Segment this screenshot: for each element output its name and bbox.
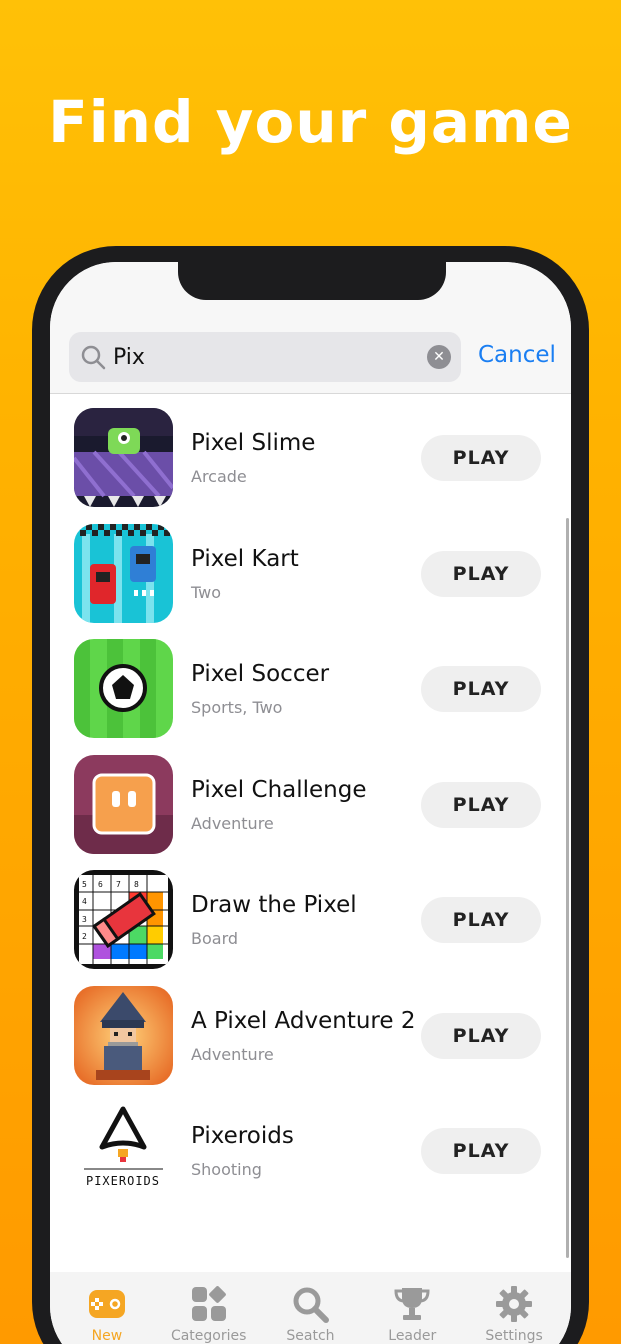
svg-text:6: 6: [98, 880, 103, 889]
phone-notch: [178, 262, 446, 300]
gear-icon: [496, 1286, 533, 1322]
list-item[interactable]: PIXEROIDS Pixeroids Shooting PLAY: [50, 1101, 571, 1217]
app-name: Draw the Pixel: [191, 892, 357, 918]
play-button[interactable]: PLAY: [421, 550, 541, 597]
categories-icon: [191, 1286, 226, 1321]
app-category: Board: [191, 929, 239, 948]
app-category: Sports, Two: [191, 698, 283, 717]
tab-label: Seatch: [286, 1328, 335, 1344]
tab-new[interactable]: New: [57, 1272, 157, 1344]
trophy-icon: [394, 1288, 430, 1320]
search-icon: [81, 345, 106, 370]
app-name: Pixel Slime: [191, 430, 316, 456]
tab-label: New: [91, 1328, 123, 1344]
tab-categories[interactable]: Categories: [159, 1272, 259, 1344]
play-button[interactable]: PLAY: [421, 897, 541, 943]
app-name: Pixel Challenge: [191, 776, 367, 803]
results-list: Pixel Slime Arcade PLAY Pixel Kart Two P…: [50, 408, 571, 1217]
tab-search[interactable]: Seatch: [260, 1272, 360, 1344]
phone-frame: ✕ Cancel: [32, 246, 589, 1344]
search-icon: [293, 1287, 330, 1323]
app-name: A Pixel Adventure 2: [191, 1007, 416, 1034]
app-name: Pixeroids: [191, 1123, 294, 1149]
pixel-adventure-icon[interactable]: [74, 985, 173, 1085]
pixel-kart-icon[interactable]: [74, 523, 173, 623]
list-item[interactable]: A Pixel Adventure 2 Adventure PLAY: [50, 985, 571, 1102]
svg-text:5: 5: [82, 880, 87, 889]
list-item[interactable]: Pixel Challenge Adventure PLAY: [50, 754, 571, 871]
tab-bar: New Categories Seatch Leader Settings: [50, 1272, 571, 1344]
pixeroids-icon[interactable]: PIXEROIDS: [74, 1101, 173, 1200]
svg-text:2: 2: [82, 932, 87, 941]
app-name: Pixel Kart: [191, 545, 299, 572]
play-button[interactable]: PLAY: [421, 435, 541, 481]
list-item[interactable]: Pixel Kart Two PLAY: [50, 523, 571, 640]
tab-leader[interactable]: Leader: [362, 1272, 462, 1344]
svg-text:3: 3: [82, 915, 87, 924]
pixel-soccer-icon[interactable]: [74, 639, 173, 738]
play-button[interactable]: PLAY: [421, 1128, 541, 1174]
pixel-slime-icon[interactable]: [74, 408, 173, 507]
app-category: Adventure: [191, 1044, 274, 1064]
svg-text:8: 8: [134, 880, 139, 889]
play-button[interactable]: PLAY: [421, 1012, 541, 1059]
tab-label: Leader: [388, 1328, 437, 1344]
play-button[interactable]: PLAY: [421, 781, 541, 828]
search-box[interactable]: ✕: [69, 332, 461, 382]
scrollbar[interactable]: [566, 518, 569, 1258]
pixeroids-logo-text: PIXEROIDS: [86, 1174, 160, 1188]
tab-label: Categories: [170, 1328, 247, 1344]
app-name: Pixel Soccer: [191, 661, 330, 687]
search-input[interactable]: [113, 344, 413, 370]
pixel-challenge-icon[interactable]: [74, 754, 173, 854]
clear-search-icon[interactable]: ✕: [427, 345, 451, 369]
svg-text:7: 7: [116, 880, 121, 889]
play-button[interactable]: PLAY: [421, 666, 541, 712]
list-item[interactable]: Pixel Slime Arcade PLAY: [50, 408, 571, 524]
gamepad-icon: [88, 1290, 125, 1318]
app-category: Two: [191, 582, 221, 602]
phone-screen: ✕ Cancel: [50, 262, 571, 1344]
svg-text:4: 4: [82, 897, 87, 906]
headline: Find your game: [48, 88, 573, 156]
list-item[interactable]: 5 6 7 8 4 3 2 Draw the Pixel Board PLAY: [50, 870, 571, 986]
tab-label: Settings: [485, 1328, 543, 1344]
app-category: Arcade: [191, 467, 247, 486]
draw-the-pixel-icon[interactable]: 5 6 7 8 4 3 2: [74, 870, 173, 969]
list-item[interactable]: Pixel Soccer Sports, Two PLAY: [50, 639, 571, 755]
tab-settings[interactable]: Settings: [464, 1272, 564, 1344]
app-category: Adventure: [191, 813, 274, 833]
cancel-button[interactable]: Cancel: [478, 342, 556, 368]
app-category: Shooting: [191, 1160, 262, 1179]
